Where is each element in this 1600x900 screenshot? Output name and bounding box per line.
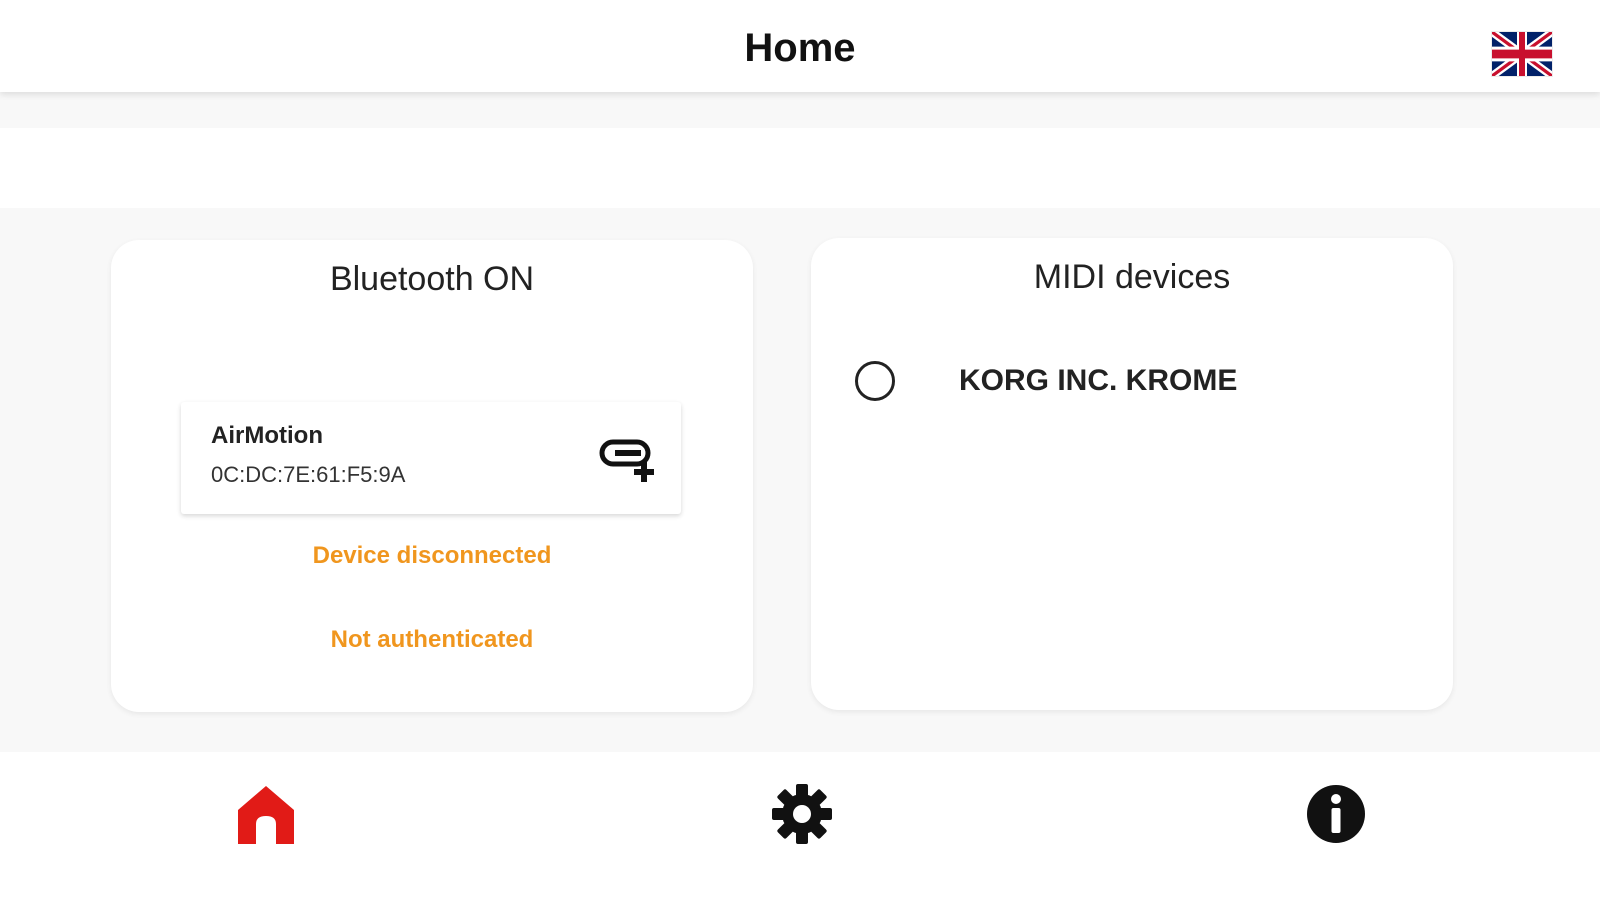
info-icon [1307, 785, 1365, 843]
bluetooth-device-tile[interactable]: AirMotion 0C:DC:7E:61:F5:9A [181, 402, 681, 514]
midi-device-option[interactable]: KORG INC. KROME [843, 356, 1403, 406]
nav-home-button[interactable] [234, 782, 298, 846]
bluetooth-card: Bluetooth ON AirMotion 0C:DC:7E:61:F5:9A… [111, 240, 753, 712]
device-mac-address: 0C:DC:7E:61:F5:9A [211, 462, 406, 487]
midi-devices-card: MIDI devices KORG INC. KROME [811, 238, 1453, 710]
midi-device-radio[interactable] [855, 361, 895, 401]
device-name: AirMotion [211, 422, 323, 449]
home-icon [238, 786, 294, 844]
uk-flag-icon[interactable] [1492, 32, 1552, 76]
nav-info-button[interactable] [1304, 782, 1368, 846]
app-root: Home Bluetooth ON AirMotion 0C:DC:7E:61:… [0, 0, 1600, 900]
top-app-bar: Home [0, 0, 1600, 92]
link-add-icon [599, 439, 654, 482]
page-title: Home [744, 26, 856, 70]
connection-status: Device disconnected [312, 542, 552, 569]
authentication-status: Not authenticated [330, 626, 534, 653]
midi-device-label: KORG INC. KROME [959, 364, 1238, 397]
midi-devices-title: MIDI devices [1033, 258, 1231, 296]
bluetooth-status-title: Bluetooth ON [329, 260, 535, 298]
connect-device-button[interactable] [599, 434, 663, 484]
nav-settings-button[interactable] [770, 782, 834, 846]
gear-icon [772, 784, 832, 844]
header-spacer [0, 128, 1600, 208]
bottom-navigation [0, 752, 1600, 900]
